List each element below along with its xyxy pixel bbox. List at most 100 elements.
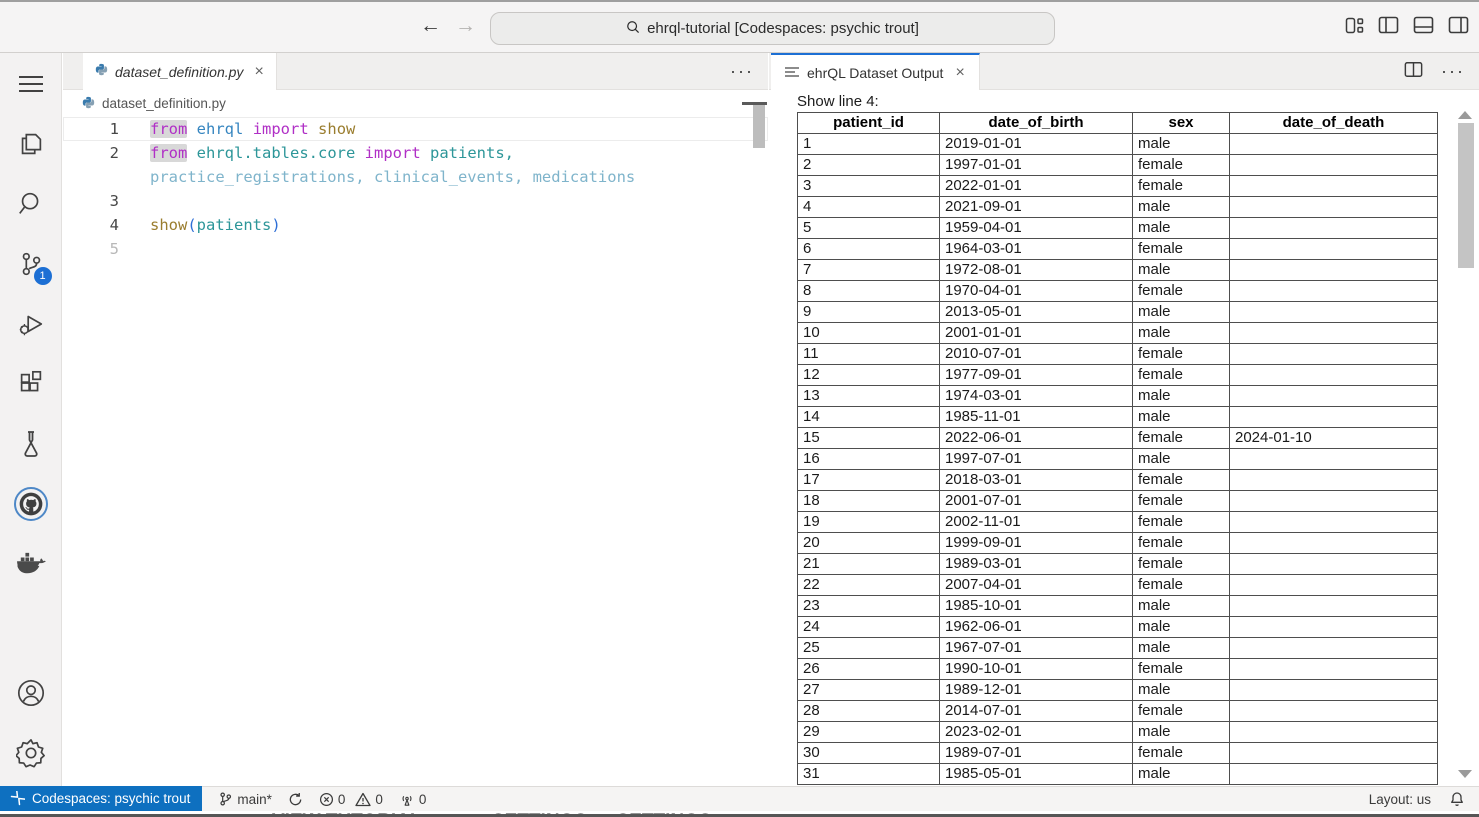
table-cell: 2007-04-01 — [940, 575, 1133, 596]
branch-indicator[interactable]: main* — [218, 791, 272, 807]
code-line[interactable]: 3 — [63, 189, 768, 213]
menu-icon[interactable] — [8, 61, 54, 107]
table-cell: 2001-01-01 — [940, 323, 1133, 344]
settings-gear-icon[interactable] — [8, 730, 54, 776]
table-cell: female — [1133, 365, 1230, 386]
table-cell: male — [1133, 134, 1230, 155]
panel-more-actions[interactable]: ··· — [1441, 61, 1465, 82]
code-line[interactable]: practice_registrations, clinical_events,… — [63, 165, 768, 189]
panel-tab-close-icon[interactable]: × — [955, 64, 964, 82]
toggle-sidebar-icon[interactable] — [1378, 16, 1399, 34]
table-cell: female — [1133, 344, 1230, 365]
account-icon[interactable] — [8, 670, 54, 716]
table-cell — [1230, 365, 1438, 386]
toggle-secondary-sidebar-icon[interactable] — [1448, 16, 1469, 34]
table-row: 182001-07-01female — [798, 491, 1438, 512]
table-cell: male — [1133, 638, 1230, 659]
split-editor-icon[interactable] — [1404, 61, 1423, 83]
editor-more-actions[interactable]: ··· — [730, 61, 754, 82]
table-cell: 25 — [798, 638, 940, 659]
search-view-icon[interactable] — [8, 181, 54, 227]
explorer-icon[interactable] — [8, 121, 54, 167]
table-cell: 18 — [798, 491, 940, 512]
testing-icon[interactable] — [8, 421, 54, 467]
table-cell: 20 — [798, 533, 940, 554]
table-cell: 2022-06-01 — [940, 428, 1133, 449]
source-control-icon[interactable]: 1 — [8, 241, 54, 287]
ports-indicator[interactable]: 0 — [399, 792, 427, 807]
code-line[interactable]: 4show(patients) — [63, 213, 768, 237]
table-row: 241962-06-01male — [798, 617, 1438, 638]
table-cell — [1230, 596, 1438, 617]
vscode-window: ← → ehrql-tutorial [Codespaces: psychic … — [0, 0, 1479, 817]
problems-indicator[interactable]: 0 0 — [319, 792, 383, 807]
table-cell: female — [1133, 575, 1230, 596]
table-cell: 1 — [798, 134, 940, 155]
extensions-icon[interactable] — [8, 361, 54, 407]
docker-icon[interactable] — [8, 541, 54, 587]
code-line[interactable]: 5 — [63, 237, 768, 261]
breadcrumb[interactable]: dataset_definition.py — [63, 90, 768, 117]
warning-icon — [355, 792, 371, 807]
editor-tab-bar: dataset_definition.py × ··· — [63, 53, 768, 90]
webview-scrollbar-thumb[interactable] — [1458, 123, 1474, 268]
line-number: 4 — [63, 213, 119, 237]
table-cell: male — [1133, 680, 1230, 701]
table-row: 21997-01-01female — [798, 155, 1438, 176]
table-cell: 24 — [798, 617, 940, 638]
column-header: date_of_birth — [940, 113, 1133, 134]
table-cell: male — [1133, 596, 1230, 617]
table-cell: 23 — [798, 596, 940, 617]
code-editor[interactable]: 1from ehrql import show2from ehrql.table… — [63, 117, 768, 786]
table-cell: 2001-07-01 — [940, 491, 1133, 512]
tab-close-icon[interactable]: × — [254, 63, 263, 81]
command-center-search[interactable]: ehrql-tutorial [Codespaces: psychic trou… — [490, 12, 1055, 45]
code-line[interactable]: 1from ehrql import show — [63, 117, 768, 141]
table-cell: male — [1133, 764, 1230, 785]
forward-button[interactable]: → — [455, 14, 476, 38]
sync-button[interactable] — [288, 792, 303, 807]
table-cell — [1230, 722, 1438, 743]
toggle-panel-icon[interactable] — [1413, 16, 1434, 34]
table-row: 251967-07-01male — [798, 638, 1438, 659]
table-cell: 1977-09-01 — [940, 365, 1133, 386]
tab-dataset-definition[interactable]: dataset_definition.py × — [83, 53, 277, 90]
table-cell: 26 — [798, 659, 940, 680]
tab-ehrql-dataset-output[interactable]: ehrQL Dataset Output × — [771, 53, 980, 90]
table-row: 92013-05-01male — [798, 302, 1438, 323]
back-button[interactable]: ← — [420, 14, 441, 38]
table-row: 141985-11-01male — [798, 407, 1438, 428]
table-cell — [1230, 449, 1438, 470]
run-debug-icon[interactable] — [8, 301, 54, 347]
table-cell — [1230, 281, 1438, 302]
status-bar: Codespaces: psychic trout main* 0 0 — [0, 786, 1479, 811]
customize-layout-icon[interactable] — [1345, 17, 1364, 34]
table-cell: 1985-10-01 — [940, 596, 1133, 617]
table-cell — [1230, 659, 1438, 680]
editor-scrollbar[interactable] — [753, 102, 765, 148]
code-text: practice_registrations, clinical_events,… — [150, 165, 635, 189]
scroll-up-arrow[interactable] — [1458, 111, 1472, 119]
table-cell — [1230, 470, 1438, 491]
table-cell: 9 — [798, 302, 940, 323]
branch-label: main* — [237, 792, 272, 807]
remote-indicator[interactable]: Codespaces: psychic trout — [0, 786, 202, 811]
dataset-table: patient_iddate_of_birthsexdate_of_death1… — [797, 112, 1438, 785]
tab-label: dataset_definition.py — [115, 64, 243, 80]
table-cell — [1230, 512, 1438, 533]
line-number: 2 — [63, 141, 119, 165]
table-cell: 2018-03-01 — [940, 470, 1133, 491]
code-line[interactable]: 2from ehrql.tables.core import patients, — [63, 141, 768, 165]
table-cell: female — [1133, 155, 1230, 176]
table-cell: 2010-07-01 — [940, 344, 1133, 365]
table-cell — [1230, 575, 1438, 596]
table-row: 311985-05-01male — [798, 764, 1438, 785]
table-cell: 28 — [798, 701, 940, 722]
layout-indicator[interactable]: Layout: us — [1369, 792, 1431, 807]
table-row: 61964-03-01female — [798, 239, 1438, 260]
table-cell: 1974-03-01 — [940, 386, 1133, 407]
scroll-down-arrow[interactable] — [1458, 770, 1472, 778]
github-icon[interactable] — [8, 481, 54, 527]
dataset-output-webview: Show line 4: patient_iddate_of_birthsexd… — [769, 90, 1479, 786]
notifications-bell-icon[interactable] — [1449, 791, 1465, 807]
